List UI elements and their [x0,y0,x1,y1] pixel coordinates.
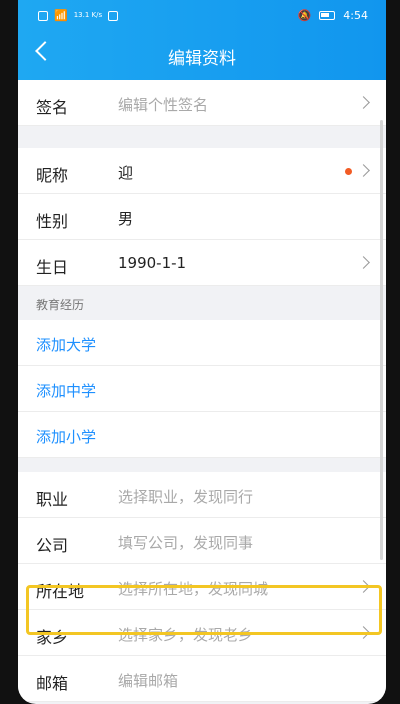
status-bar: 📶 13.1 K/s 🔕 4:54 [18,0,386,30]
phone-frame: 📶 13.1 K/s 🔕 4:54 编辑资料 签名 编辑个性签名 昵称 迎 性别… [0,0,400,704]
new-badge-dot [345,168,352,175]
email-row[interactable]: 邮箱 编辑邮箱 [18,656,386,702]
job-label: 职业 [36,490,69,509]
chevron-right-icon [357,164,370,177]
clock: 4:54 [343,9,368,22]
gender-row[interactable]: 性别 男 [18,194,386,240]
status-right: 🔕 4:54 [298,9,368,22]
title-bar: 编辑资料 [18,30,386,80]
divider [18,458,386,472]
email-placeholder: 编辑邮箱 [118,672,179,690]
company-label: 公司 [36,536,69,555]
nickname-label: 昵称 [36,166,69,185]
birthday-label: 生日 [36,258,69,277]
divider [18,126,386,140]
add-primary-school-row[interactable]: 添加小学 [18,412,386,458]
nickname-row[interactable]: 昵称 迎 [18,148,386,194]
battery-icon [319,11,336,20]
job-placeholder: 选择职业，发现同行 [118,488,254,506]
status-left: 📶 13.1 K/s [38,9,119,22]
education-section-header: 教育经历 [18,286,386,320]
birthday-value: 1990-1-1 [118,254,187,272]
add-university-row[interactable]: 添加大学 [18,320,386,366]
add-middle-school-row[interactable]: 添加中学 [18,366,386,412]
chevron-right-icon [357,256,370,269]
screen: 📶 13.1 K/s 🔕 4:54 编辑资料 签名 编辑个性签名 昵称 迎 性别… [18,0,386,704]
mute-icon: 🔕 [297,9,312,22]
gender-label: 性别 [36,212,69,231]
nickname-value: 迎 [118,164,134,182]
gender-value: 男 [118,210,134,228]
education-title: 教育经历 [36,298,85,312]
notification-icon [108,10,119,21]
network-speed: 13.1 K/s [73,11,103,19]
company-placeholder: 填写公司，发现同事 [118,534,254,552]
scrollbar[interactable] [380,120,383,560]
page-title: 编辑资料 [168,49,236,69]
add-middle-school-link[interactable]: 添加中学 [36,380,96,401]
add-primary-school-link[interactable]: 添加小学 [36,426,96,447]
job-row[interactable]: 职业 选择职业，发现同行 [18,472,386,518]
divider [18,140,386,148]
chevron-right-icon [357,96,370,109]
add-university-link[interactable]: 添加大学 [36,334,96,355]
birthday-row[interactable]: 生日 1990-1-1 [18,240,386,286]
signature-row[interactable]: 签名 编辑个性签名 [18,80,386,126]
signature-label: 签名 [36,98,69,117]
company-row[interactable]: 公司 填写公司，发现同事 [18,518,386,564]
wifi-icon: 📶 [54,9,68,22]
email-label: 邮箱 [36,674,69,693]
highlight-box [26,585,382,635]
sim-icon [38,10,48,21]
signature-placeholder: 编辑个性签名 [118,96,209,114]
